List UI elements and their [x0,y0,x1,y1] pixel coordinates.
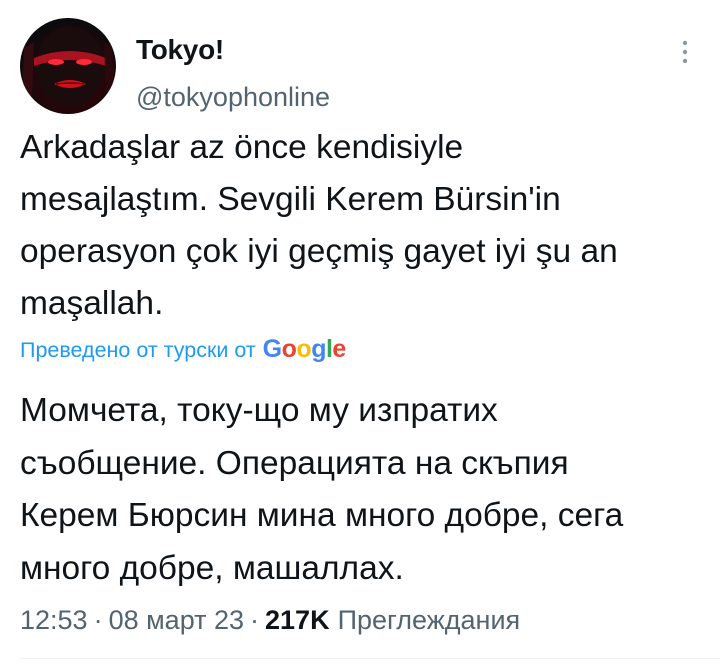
avatar-image [22,26,114,106]
divider [20,658,720,659]
views-label[interactable]: Преглеждания [338,605,521,636]
translation-label: Преведено от турски от [20,337,256,362]
author-display-name[interactable]: Tokyo! [136,34,224,66]
more-options-icon[interactable] [680,38,690,66]
avatar[interactable] [20,18,116,114]
tweet-date[interactable]: 08 март 23 [109,605,244,636]
meta-separator: · [93,604,103,635]
tweet-card: Tokyo! @tokyophonline Arkadaşlar az önce… [0,0,720,667]
translated-text: Момчета, току-що му изпратих съобщение. … [20,392,624,587]
tweet-metadata: 12:53 · 08 март 23 · 217K Преглеждания [20,600,520,640]
google-logo: Google [262,334,347,363]
tweet-time[interactable]: 12:53 [20,605,88,636]
tweet-text: Arkadaşlar az önce kendisiyle mesajlaştı… [20,129,618,322]
views-count[interactable]: 217K [265,605,330,636]
translation-attribution[interactable]: Преведено от турски от Google [20,332,346,368]
author-handle[interactable]: @tokyophonline [136,82,330,113]
meta-separator: · [250,604,260,635]
